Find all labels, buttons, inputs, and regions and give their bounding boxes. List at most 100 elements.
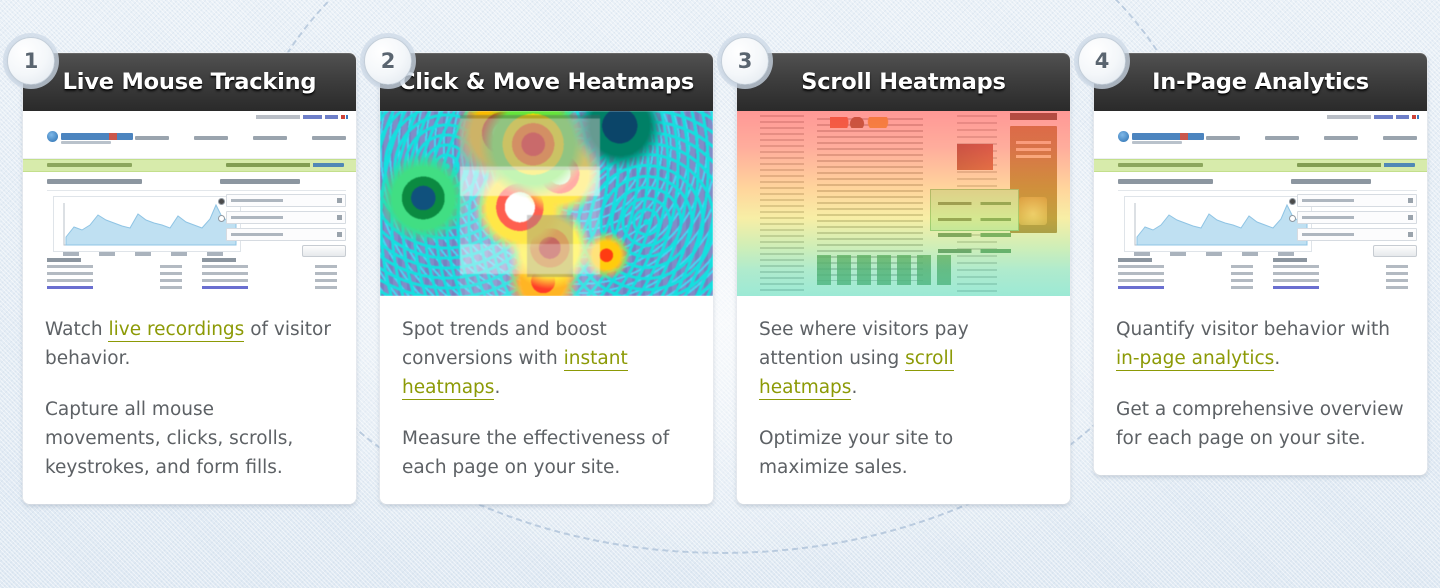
divider [1118,190,1308,191]
card-thumbnail[interactable] [23,111,356,296]
chart-x-axis-labels [1134,252,1314,256]
area-chart-svg [1134,203,1308,246]
panel-input-2[interactable] [1297,228,1417,241]
pages-stats-column [1273,258,1409,293]
card-paragraph: Measure the effectiveness of each page o… [402,424,691,482]
card-step-number: 3 [737,48,753,73]
stat-row[interactable] [202,286,338,290]
card-paragraph: Get a comprehensive overview for each pa… [1116,395,1405,453]
divider [221,190,346,191]
radio-off-icon[interactable] [1289,215,1296,222]
chevron-down-icon[interactable] [337,215,342,220]
dashboard-panel-title [1291,179,1371,184]
mouseflow-wordmark [1132,133,1204,140]
stat-row [1118,265,1253,269]
divider [1292,190,1417,191]
stat-row [1273,272,1409,276]
chevron-down-icon[interactable] [337,198,342,203]
card-paragraph: See where visitors pay attention using s… [759,315,1048,402]
card-paragraph: Quantify visitor behavior with in-page a… [1116,315,1405,373]
column-heading [1273,258,1308,262]
panel-select[interactable] [1289,194,1417,207]
card-paragraph: Spot trends and boost conversions with i… [402,315,691,402]
dashboard-section-title [47,179,142,184]
radio-on-icon[interactable] [1289,198,1296,205]
dashboard-thumbnail [1094,111,1427,296]
stat-row[interactable] [47,286,182,290]
dashboard-breadcrumb-bar [1094,159,1427,172]
card-thumbnail[interactable] [1094,111,1427,296]
body-text: . [851,377,858,398]
feature-card: 1 Live Mouse Tracking Watch live recordi… [7,37,356,504]
body-link[interactable]: live recordings [108,319,245,342]
mouseflow-logo [1118,131,1204,144]
dashboard-stats-tables [47,258,346,296]
dashboard-topbar [23,111,356,124]
card-title: In-Page Analytics [1152,69,1369,95]
dashboard-topbar [1094,111,1427,124]
panel-input-1[interactable] [1289,211,1417,224]
card-step-badge: 2 [364,37,412,85]
dashboard-thumbnail [23,111,356,296]
chevron-down-icon[interactable] [1408,198,1413,203]
heatmap-page-content [459,111,600,296]
body-link[interactable]: in-page analytics [1116,348,1275,371]
dashboard-navbar [23,124,356,159]
chart-x-axis-labels [63,252,243,256]
stat-row [1273,265,1409,269]
dashboard-account-links [256,115,348,119]
body-text: Capture all mouse movements, clicks, scr… [45,399,294,478]
visits-stats-column [47,258,182,293]
chevron-down-icon[interactable] [337,232,342,237]
panel-update-button[interactable] [302,245,346,257]
panel-select[interactable] [218,194,346,207]
mouseflow-logo [47,131,133,144]
card-thumbnail[interactable] [737,111,1070,296]
chevron-down-icon[interactable] [1408,232,1413,237]
feature-card: 2 Click & Move Heatmaps Spot trends and … [364,37,713,504]
mouseflow-logo-icon [47,131,58,142]
stat-row [47,272,182,276]
card-paragraph: Capture all mouse movements, clicks, scr… [45,395,334,482]
breadcrumb-left [47,163,132,167]
breadcrumb-right [1297,163,1415,167]
card-step-badge: 4 [1078,37,1126,85]
scroll-heatmap-thumbnail [737,111,1070,296]
stat-row[interactable] [1118,286,1253,290]
radio-off-icon[interactable] [218,215,225,222]
stat-row [47,265,182,269]
stat-row [202,279,338,283]
stat-row [202,265,338,269]
card-body: Watch live recordings of visitor behavio… [23,296,356,504]
panel-input-1[interactable] [218,211,346,224]
visits-stats-column [1118,258,1253,293]
chevron-down-icon[interactable] [1408,215,1413,220]
panel-update-button[interactable] [1373,245,1417,257]
column-heading [202,258,237,262]
panel-input-2[interactable] [226,228,346,241]
stat-row[interactable] [1273,286,1409,290]
card-step-number: 1 [23,48,39,73]
dashboard-panel-title [220,179,300,184]
dashboard-breadcrumb-bar [23,159,356,172]
dashboard-stats-tables [1118,258,1417,296]
dashboard-nav-links [1206,136,1417,140]
body-text: . [494,377,501,398]
card-step-number: 2 [380,48,396,73]
column-heading [47,258,81,262]
pages-stats-column [202,258,338,293]
click-heatmap-thumbnail [380,111,713,296]
mouseflow-logo-icon [1118,131,1129,142]
feature-card-list: 1 Live Mouse Tracking Watch live recordi… [0,0,1440,588]
card-body: Spot trends and boost conversions with i… [380,296,713,504]
breadcrumb-left [1118,163,1203,167]
mouseflow-tagline [61,141,111,144]
radio-on-icon[interactable] [218,198,225,205]
card-thumbnail[interactable] [380,111,713,296]
column-heading [1118,258,1152,262]
card-step-badge: 3 [721,37,769,85]
body-text: Quantify visitor behavior with [1116,319,1391,340]
dashboard-content [23,172,356,296]
card-step-number: 4 [1094,48,1110,73]
stat-row [1273,279,1409,283]
